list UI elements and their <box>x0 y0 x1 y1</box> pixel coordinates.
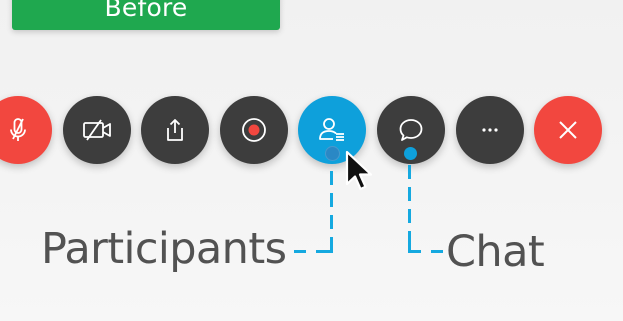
chat-annotation-label: Chat <box>446 227 545 277</box>
chat-bubble-icon <box>399 119 423 141</box>
close-icon <box>559 121 577 139</box>
share-icon <box>167 119 183 141</box>
record-button[interactable] <box>220 96 288 164</box>
record-icon <box>242 118 266 142</box>
more-icon <box>482 128 498 132</box>
leave-button[interactable] <box>534 96 602 164</box>
participants-annotation-label: Participants <box>41 224 287 274</box>
share-button[interactable] <box>141 96 209 164</box>
video-button[interactable] <box>63 96 131 164</box>
mute-button[interactable] <box>0 96 52 164</box>
meeting-controls-toolbar <box>0 0 623 200</box>
microphone-muted-icon <box>10 118 26 141</box>
more-button[interactable] <box>456 96 524 164</box>
participants-indicator-dot <box>325 146 340 161</box>
mouse-pointer-icon <box>345 150 373 191</box>
chat-indicator-dot <box>404 147 417 160</box>
video-off-icon <box>83 119 111 141</box>
participants-icon <box>319 118 344 141</box>
